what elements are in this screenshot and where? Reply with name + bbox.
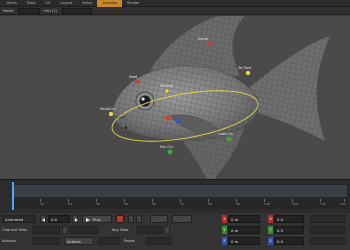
animation-controls: Animated 0.0 Play Channel Sets Key Sets … <box>0 213 350 250</box>
playhead[interactable] <box>12 182 14 210</box>
timeline-track[interactable] <box>12 184 348 198</box>
record-key-button[interactable] <box>116 215 124 223</box>
rotation-z-axis: Z <box>268 237 273 245</box>
options-button[interactable] <box>150 215 168 223</box>
position-z-field[interactable]: 0 m <box>228 237 260 245</box>
3d-viewport[interactable]: Dorsal Tail Root Head MouthCtrl Pectoral… <box>0 16 350 179</box>
tab-tools[interactable]: Tools <box>22 0 41 7</box>
label-head: Head <box>129 75 138 79</box>
settings-button[interactable] <box>172 215 192 223</box>
actions-button[interactable]: Actions <box>64 237 94 245</box>
timeline-ruler[interactable]: 0 12 24 36 48 60 72 84 96 108 120 132 14… <box>12 199 348 209</box>
handle-center-blue <box>175 118 181 124</box>
position-y-field[interactable]: 0 m <box>228 226 260 234</box>
secondary-toolbar: Model Fish (1) <box>0 7 350 15</box>
label-mouth: MouthCtrl <box>100 107 116 111</box>
layer-label[interactable]: Fish (1) <box>44 8 57 14</box>
play-icon <box>86 218 90 222</box>
menu-tabs: Items Tools UV Layout Setup Animate Rend… <box>2 0 145 7</box>
menu-bar: Items Tools UV Layout Setup Animate Rend… <box>0 0 350 7</box>
poses-label: Poses <box>124 238 135 243</box>
label-lower: Lower Fin <box>218 132 234 136</box>
channel-sets-label: Channel Sets <box>2 227 28 232</box>
next-key-button[interactable] <box>72 215 78 223</box>
key-sets-add-button[interactable] <box>164 226 170 234</box>
rotation-x-axis: X <box>268 215 273 223</box>
prev-key-button[interactable] <box>40 215 46 223</box>
key-next-button[interactable] <box>136 215 142 223</box>
transform-option-2[interactable] <box>310 226 346 234</box>
play-label: Play <box>93 217 101 222</box>
key-sets-label: Key Sets <box>112 227 129 232</box>
timeline-panel: 0 12 24 36 48 60 72 84 96 108 120 132 14… <box>0 179 350 213</box>
tab-animate[interactable]: Animate <box>97 0 123 7</box>
channel-add-button[interactable] <box>62 226 68 234</box>
handle-dorsal <box>207 41 213 47</box>
label-dorsal: Dorsal <box>198 37 209 41</box>
key-prev-button[interactable] <box>128 215 134 223</box>
tab-uv[interactable]: UV <box>40 0 55 7</box>
actions-dropdown[interactable] <box>98 237 120 245</box>
key-sets-select[interactable] <box>136 226 162 234</box>
rotation-y-field[interactable]: 0.0 <box>274 226 304 234</box>
label-tail: Tail Root <box>238 66 252 70</box>
mode-select[interactable]: Animated <box>2 215 36 223</box>
actions-select[interactable] <box>32 237 60 245</box>
handle-lower <box>226 136 232 142</box>
handle-tail <box>245 70 251 76</box>
transform-option-3[interactable] <box>310 237 346 245</box>
model-label[interactable]: Model <box>3 8 14 14</box>
tab-render[interactable]: Render <box>122 0 144 7</box>
rotation-z-field[interactable]: 0.0 <box>274 237 304 245</box>
handle-center-red <box>165 115 171 121</box>
label-fin-left: FinL Ctrl <box>160 145 173 149</box>
poses-select[interactable] <box>146 237 172 245</box>
handle-pectoral <box>164 88 170 94</box>
step-back-icon <box>42 218 45 222</box>
transform-option-1[interactable] <box>310 215 346 223</box>
position-x-field[interactable]: 0 m <box>228 215 260 223</box>
rotation-x-field[interactable]: 0.0 <box>274 215 304 223</box>
handle-mouth <box>108 111 114 117</box>
channel-sets-dropdown[interactable] <box>70 226 98 234</box>
layer-field[interactable] <box>62 8 92 14</box>
fish-model-render <box>108 16 331 179</box>
actions-label: Actions <box>2 238 16 243</box>
position-y-axis: Y <box>222 226 227 234</box>
frame-field[interactable]: 0.0 <box>48 215 70 223</box>
play-button[interactable]: Play <box>82 215 112 223</box>
tab-layout[interactable]: Layout <box>55 0 77 7</box>
handle-fin-left <box>167 149 173 155</box>
handle-pivot <box>124 126 128 130</box>
handle-head <box>135 80 139 84</box>
model-field[interactable] <box>18 8 40 14</box>
rotation-y-axis: Y <box>268 226 273 234</box>
label-pectoral: Pectoral <box>160 84 173 88</box>
tab-setup[interactable]: Setup <box>77 0 97 7</box>
tab-items[interactable]: Items <box>2 0 22 7</box>
step-forward-icon <box>75 218 78 222</box>
channel-sets-select[interactable] <box>32 226 60 234</box>
position-x-axis: X <box>222 215 227 223</box>
position-z-axis: Z <box>222 237 227 245</box>
